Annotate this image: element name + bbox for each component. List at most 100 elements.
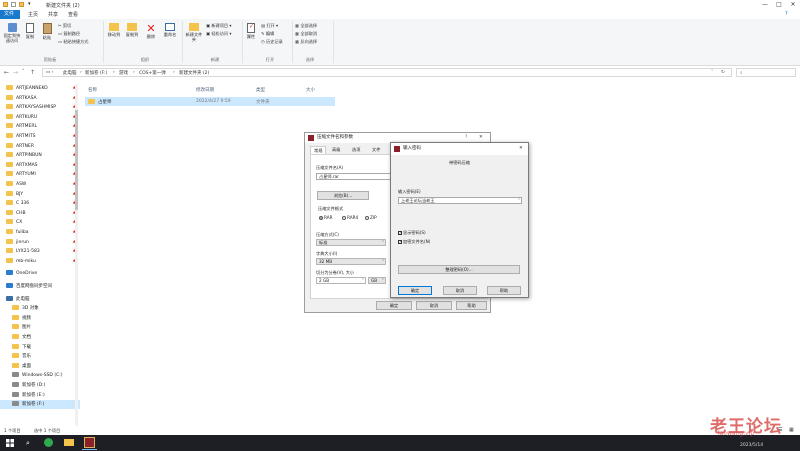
- column-date[interactable]: 修改日期: [196, 87, 214, 93]
- select-none-button[interactable]: ▦ 全部取消: [295, 31, 317, 36]
- crumb-current[interactable]: 新建文件夹 (2): [179, 70, 209, 76]
- sidebar-item-onedrive[interactable]: OneDrive: [6, 269, 37, 278]
- password-input[interactable]: 上老王论坛当老王 ˅: [398, 197, 522, 204]
- sidebar-item-quick[interactable]: ASW📌: [6, 180, 76, 189]
- tab-file[interactable]: 文件: [0, 10, 20, 19]
- search-taskbar-icon[interactable]: ⌕: [26, 439, 30, 447]
- paste-button[interactable]: 粘贴: [38, 23, 56, 40]
- minimize-button[interactable]: —: [758, 0, 772, 10]
- rar-cancel-button[interactable]: 取消: [416, 301, 452, 310]
- paste-shortcut-button[interactable]: ▭ 粘贴快捷方式: [58, 39, 88, 44]
- sidebar-item-pc[interactable]: 桌面: [12, 362, 31, 371]
- sidebar-item-pc[interactable]: 新加卷 (E:): [12, 391, 45, 400]
- sidebar-item-quick[interactable]: ARTJEANNEKO📌: [6, 84, 76, 93]
- search-input[interactable]: ⌕: [736, 68, 796, 77]
- sidebar-item-quick[interactable]: ARTMERL📌: [6, 122, 76, 131]
- forward-icon[interactable]: →: [13, 69, 18, 76]
- open-button[interactable]: ▤ 打开 ▾: [261, 23, 278, 28]
- address-box[interactable]: ▭ › 此电脑 › 新加卷 (F:) › 游戏 › COS+第一弹 › 新建文件…: [42, 68, 732, 77]
- close-button[interactable]: ✕: [786, 0, 800, 10]
- column-name[interactable]: 名称: [88, 87, 97, 93]
- method-select[interactable]: 标准 ˅: [316, 239, 386, 246]
- pwd-cancel-button[interactable]: 取消: [443, 286, 477, 295]
- new-folder-quick-icon[interactable]: [19, 2, 24, 7]
- format-rar4-radio[interactable]: RAR4: [342, 215, 358, 220]
- crumb-games[interactable]: 游戏: [119, 70, 128, 76]
- sidebar-item-quick[interactable]: C 336📌: [6, 199, 76, 208]
- back-icon[interactable]: ←: [4, 69, 9, 76]
- tab-home[interactable]: 主页: [24, 11, 42, 19]
- sidebar-item-pc[interactable]: 新加卷 (D:): [12, 381, 45, 390]
- new-item-button[interactable]: ▣ 新建项目 ▾: [206, 23, 232, 28]
- manage-passwords-button[interactable]: 整理密码(O)...: [398, 265, 520, 274]
- column-type[interactable]: 类型: [256, 87, 265, 93]
- sidebar-item-quick[interactable]: ARTMITS📌: [6, 132, 76, 141]
- sidebar-item-quick[interactable]: BJY📌: [6, 190, 76, 199]
- sidebar-item-pc[interactable]: Windows-SSD (C:): [12, 371, 63, 380]
- crumb-cos[interactable]: COS+第一弹: [139, 70, 166, 76]
- sidebar-item-quick[interactable]: ARTXMAS📌: [6, 161, 76, 170]
- sidebar-item-pc[interactable]: 3D 对象: [12, 304, 39, 313]
- help-icon[interactable]: ?: [785, 11, 788, 17]
- address-dropdown-icon[interactable]: ˅: [711, 70, 713, 75]
- maximize-button[interactable]: □: [772, 0, 786, 10]
- sidebar-item-quick[interactable]: ARTPINBUN📌: [6, 151, 76, 160]
- sidebar-item-pc[interactable]: 下载: [12, 343, 31, 352]
- winrar-taskbar-icon[interactable]: [84, 437, 95, 448]
- rar-help-button[interactable]: 帮助: [456, 301, 487, 310]
- new-folder-button[interactable]: 新建文件夹: [185, 23, 203, 42]
- tab-view[interactable]: 查看: [64, 11, 82, 19]
- nav-scroll-thumb[interactable]: [75, 110, 78, 210]
- rar-tab-advanced[interactable]: 高级: [332, 147, 340, 153]
- pwd-ok-button[interactable]: 确定: [398, 286, 432, 295]
- rar-tab-options[interactable]: 选项: [352, 147, 360, 153]
- recent-dropdown-icon[interactable]: ˅: [22, 69, 25, 75]
- sidebar-item-pc[interactable]: 文档: [12, 333, 31, 342]
- table-row[interactable]: 占星师 2022/4/27 9:59 文件夹: [85, 97, 335, 106]
- move-to-button[interactable]: 移动到: [106, 23, 122, 37]
- delete-button[interactable]: ✕ 删除: [144, 23, 158, 39]
- pin-quick-access-button[interactable]: 固定到快速访问: [2, 23, 22, 43]
- select-all-button[interactable]: ▦ 全部选择: [295, 23, 317, 28]
- rar-ok-button[interactable]: 确定: [376, 301, 412, 310]
- pwd-close-icon[interactable]: ✕: [519, 143, 523, 155]
- split-unit-select[interactable]: GB ˅: [368, 277, 386, 284]
- sidebar-item-pc[interactable]: 音乐: [12, 352, 31, 361]
- quick-access-dropdown-icon[interactable]: ▾: [28, 1, 31, 7]
- dict-select[interactable]: 32 MB ˅: [316, 258, 386, 265]
- invert-selection-button[interactable]: ▦ 反向选择: [295, 39, 317, 44]
- clock-date[interactable]: 2023/5/14: [740, 443, 763, 448]
- start-icon[interactable]: [6, 439, 14, 447]
- history-button[interactable]: ◷ 历史记录: [261, 39, 283, 44]
- format-zip-radio[interactable]: ZIP: [365, 215, 377, 220]
- properties-quick-icon[interactable]: [11, 2, 16, 7]
- sidebar-item-quick[interactable]: fuliba📌: [6, 228, 76, 237]
- copy-button[interactable]: 复制: [23, 23, 37, 39]
- easy-access-button[interactable]: ▣ 轻松访问 ▾: [206, 31, 232, 36]
- up-icon[interactable]: ↑: [30, 69, 35, 76]
- sidebar-item-pc[interactable]: 图片: [12, 323, 31, 332]
- column-size[interactable]: 大小: [306, 87, 315, 93]
- sidebar-item-quick[interactable]: ARTKURU📌: [6, 113, 76, 122]
- sidebar-item-quick[interactable]: ARTKAYSASHMISP📌: [6, 103, 76, 112]
- tab-share[interactable]: 共享: [44, 11, 62, 19]
- sidebar-item-quick[interactable]: ARTKASA📌: [6, 94, 76, 103]
- archive-name-input[interactable]: 占星师.rar: [316, 173, 396, 180]
- show-password-checkbox[interactable]: ✓显示密码(S): [398, 230, 426, 236]
- sidebar-item-baidu[interactable]: 百度网盘同步空间: [6, 282, 52, 291]
- copy-to-button[interactable]: 复制到: [124, 23, 140, 37]
- sidebar-item-quick[interactable]: jinrun📌: [6, 238, 76, 247]
- sidebar-item-pc[interactable]: 新加卷 (F:): [0, 400, 80, 410]
- rar-tab-files[interactable]: 文件: [372, 147, 380, 153]
- sidebar-item-quick[interactable]: ARTYUMI📌: [6, 170, 76, 179]
- crumb-drive[interactable]: 新加卷 (F:): [85, 70, 107, 76]
- file-explorer-icon[interactable]: [64, 439, 74, 446]
- browse-button[interactable]: 浏览(B)...: [317, 191, 369, 200]
- rename-button[interactable]: 重命名: [160, 23, 180, 37]
- properties-button[interactable]: ✓ 属性: [244, 23, 258, 39]
- copy-path-button[interactable]: ▭ 复制路径: [58, 31, 80, 36]
- split-select[interactable]: 2 GB ˅: [316, 277, 366, 284]
- pwd-help-button[interactable]: 帮助: [487, 286, 521, 295]
- refresh-icon[interactable]: ↻: [721, 70, 725, 75]
- sidebar-item-quick[interactable]: ARTNER📌: [6, 142, 76, 151]
